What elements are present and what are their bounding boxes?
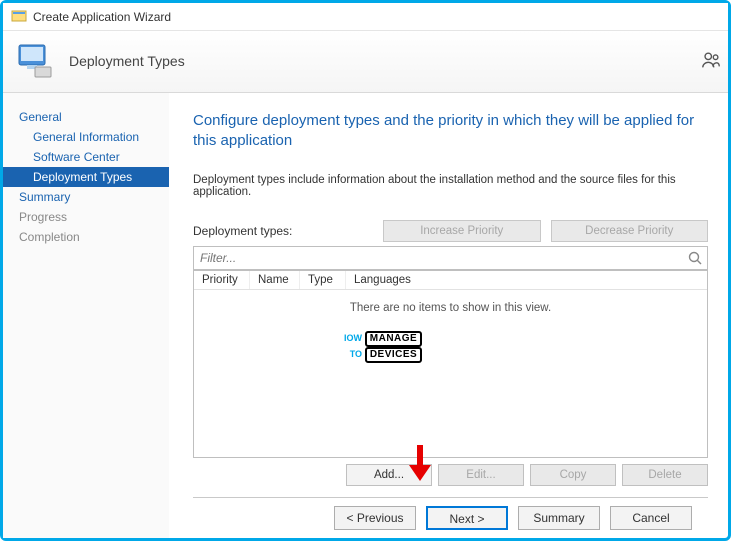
main-description: Deployment types include information abo…: [193, 174, 708, 198]
page-title: Deployment Types: [69, 53, 185, 69]
search-icon: [687, 250, 703, 266]
filter-box[interactable]: [193, 246, 708, 270]
edit-button: Edit...: [438, 464, 524, 486]
summary-button[interactable]: Summary: [518, 506, 600, 530]
decrease-priority-button: Decrease Priority: [551, 220, 709, 242]
watermark: IOW MANAGE TO DEVICES: [344, 331, 422, 363]
add-button[interactable]: Add...: [346, 464, 432, 486]
sidebar-item-progress[interactable]: Progress: [3, 207, 169, 227]
grid-empty-text: There are no items to show in this view.: [194, 290, 707, 314]
sidebar-item-summary[interactable]: Summary: [3, 187, 169, 207]
wizard-footer: < Previous Next > Summary Cancel: [193, 497, 708, 538]
sidebar-item-deployment-types[interactable]: Deployment Types: [3, 167, 169, 187]
computer-icon: [15, 41, 55, 81]
main-heading: Configure deployment types and the prior…: [193, 111, 708, 152]
filter-input[interactable]: [200, 251, 683, 265]
sidebar-item-general-info[interactable]: General Information: [3, 127, 169, 147]
header-band: Deployment Types: [3, 31, 728, 93]
col-priority[interactable]: Priority: [194, 271, 250, 289]
previous-button[interactable]: < Previous: [334, 506, 416, 530]
app-icon: [11, 9, 27, 25]
users-icon: [700, 49, 722, 71]
deployment-types-label: Deployment types:: [193, 224, 373, 238]
cancel-button[interactable]: Cancel: [610, 506, 692, 530]
titlebar: Create Application Wizard: [3, 3, 728, 31]
col-type[interactable]: Type: [300, 271, 346, 289]
delete-button: Delete: [622, 464, 708, 486]
copy-button: Copy: [530, 464, 616, 486]
grid-header: Priority Name Type Languages: [194, 271, 707, 290]
increase-priority-button: Increase Priority: [383, 220, 541, 242]
col-languages[interactable]: Languages: [346, 271, 707, 289]
sidebar: General General Information Software Cen…: [3, 93, 169, 538]
sidebar-item-software-center[interactable]: Software Center: [3, 147, 169, 167]
main-panel: Configure deployment types and the prior…: [169, 93, 728, 538]
deployment-types-grid: Priority Name Type Languages There are n…: [193, 270, 708, 458]
next-button[interactable]: Next >: [426, 506, 508, 530]
sidebar-item-completion[interactable]: Completion: [3, 227, 169, 247]
col-name[interactable]: Name: [250, 271, 300, 289]
sidebar-item-general[interactable]: General: [3, 107, 169, 127]
window-title: Create Application Wizard: [33, 10, 171, 24]
grid-actions: Add... Edit... Copy Delete: [193, 464, 708, 486]
